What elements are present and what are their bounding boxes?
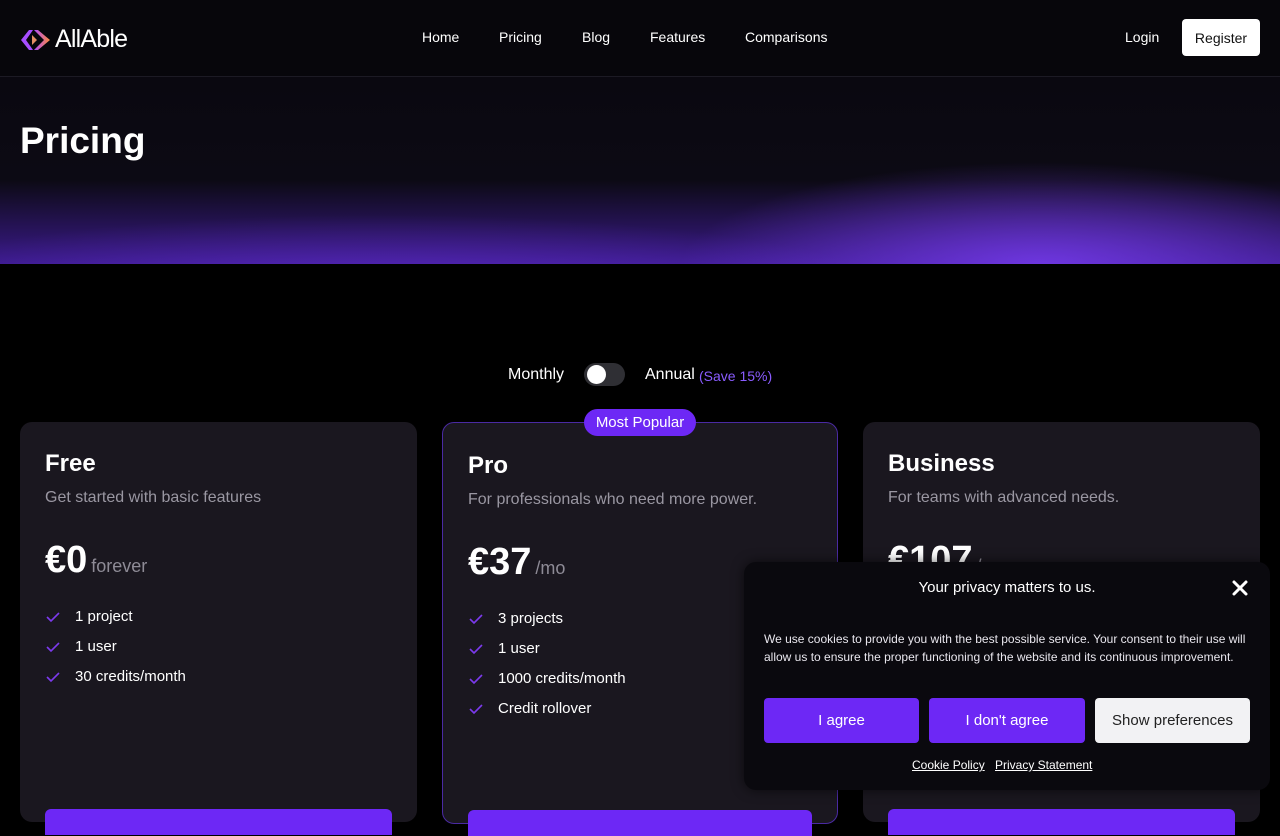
price-period: /mo xyxy=(535,558,566,578)
plan-description: Get started with basic features xyxy=(45,489,262,506)
free-cta-button[interactable] xyxy=(45,809,392,835)
billing-switch[interactable] xyxy=(584,363,625,386)
nav-pricing[interactable]: Pricing xyxy=(499,29,542,45)
plan-name: Pro xyxy=(468,452,509,479)
site-header: AllAble Home Pricing Blog Features Compa… xyxy=(0,0,1280,77)
cookie-policy-link[interactable]: Cookie Policy xyxy=(912,758,985,772)
feature-item: 3 projects xyxy=(468,610,563,627)
feature-text: Credit rollover xyxy=(498,700,592,717)
annual-label[interactable]: Annual xyxy=(645,366,695,384)
feature-item: 30 credits/month xyxy=(45,668,186,685)
hero-banner: Pricing xyxy=(0,77,1280,264)
page-title: Pricing xyxy=(20,120,146,161)
cookie-consent-dialog: Your privacy matters to us. We use cooki… xyxy=(744,562,1270,790)
cookie-text: We use cookies to provide you with the b… xyxy=(764,632,1246,664)
close-icon[interactable] xyxy=(1230,578,1250,598)
plan-description: For teams with advanced needs. xyxy=(888,489,1120,506)
feature-text: 1 user xyxy=(75,638,117,655)
feature-item: 1000 credits/month xyxy=(468,670,626,687)
switch-knob xyxy=(587,365,606,384)
check-icon xyxy=(469,613,483,624)
plan-name: Business xyxy=(888,450,995,477)
check-icon xyxy=(46,611,60,622)
feature-item: Credit rollover xyxy=(468,700,591,717)
check-icon xyxy=(46,641,60,652)
nav-home[interactable]: Home xyxy=(422,29,459,45)
register-button[interactable]: Register xyxy=(1182,19,1260,56)
save-percentage: (Save 15%) xyxy=(699,368,773,384)
plan-card-free: Free Get started with basic features €0 f… xyxy=(20,422,417,835)
show-preferences-button[interactable]: Show preferences xyxy=(1095,698,1250,743)
billing-toggle-row: Monthly Annual (Save 15%) xyxy=(0,363,1280,387)
nav-comparisons[interactable]: Comparisons xyxy=(745,29,827,45)
feature-text: 1 user xyxy=(498,640,540,657)
most-popular-badge: Most Popular xyxy=(584,409,696,436)
plan-price: €0 forever xyxy=(45,539,147,582)
login-link[interactable]: Login xyxy=(1125,29,1159,45)
nav-blog[interactable]: Blog xyxy=(582,29,610,45)
check-icon xyxy=(469,673,483,684)
feature-text: 3 projects xyxy=(498,610,564,627)
feature-item: 1 user xyxy=(468,640,540,657)
feature-text: 1000 credits/month xyxy=(498,670,626,687)
nav-features[interactable]: Features xyxy=(650,29,705,45)
price-period: forever xyxy=(91,556,148,576)
plan-price: €37/mo xyxy=(468,541,565,584)
plan-description: For professionals who need more power. xyxy=(468,491,758,508)
privacy-statement-link[interactable]: Privacy Statement xyxy=(995,758,1092,772)
feature-item: 1 user xyxy=(45,638,117,655)
price-amount: €0 xyxy=(45,539,88,581)
feature-item: 1 project xyxy=(45,608,133,625)
check-icon xyxy=(46,671,60,682)
business-cta-button[interactable] xyxy=(888,809,1235,835)
check-icon xyxy=(469,643,483,654)
cookie-title: Your privacy matters to us. xyxy=(918,579,1096,596)
check-icon xyxy=(469,703,483,714)
pro-cta-button[interactable] xyxy=(468,810,812,836)
price-amount: €37 xyxy=(468,541,532,583)
disagree-button[interactable]: I don't agree xyxy=(929,698,1085,743)
feature-text: 30 credits/month xyxy=(75,668,186,685)
plan-name: Free xyxy=(45,450,96,477)
agree-button[interactable]: I agree xyxy=(764,698,919,743)
monthly-label[interactable]: Monthly xyxy=(508,366,564,384)
main-nav: Home Pricing Blog Features Comparisons xyxy=(0,29,1280,49)
feature-text: 1 project xyxy=(75,608,133,625)
